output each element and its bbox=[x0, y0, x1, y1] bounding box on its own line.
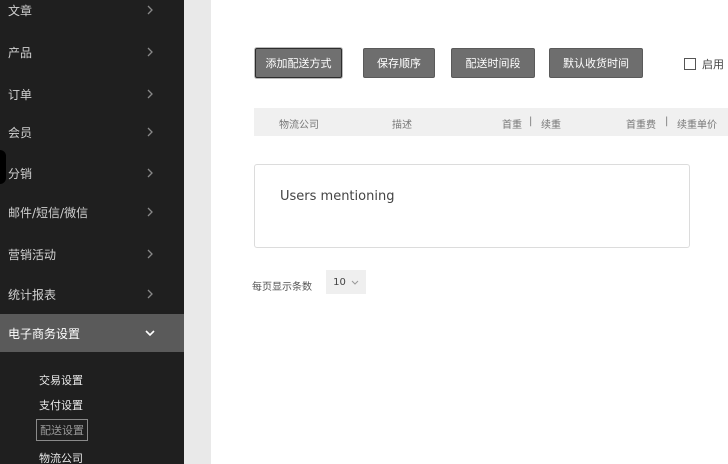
save-order-button[interactable]: 保存顺序 bbox=[363, 48, 435, 78]
content-gutter bbox=[184, 0, 211, 464]
chevron-down-icon bbox=[145, 330, 155, 337]
default-receive-time-button[interactable]: 默认收货时间 bbox=[549, 48, 643, 78]
chevron-right-icon bbox=[147, 249, 153, 259]
col-header-separator: | bbox=[665, 116, 669, 127]
enable-checkbox[interactable]: 启用 bbox=[684, 56, 724, 72]
col-header-description: 描述 bbox=[392, 120, 412, 131]
table-header: 物流公司 描述 首重 | 续重 首重费 | 续重单价 bbox=[254, 108, 728, 136]
sidebar-item-orders[interactable]: 订单 bbox=[0, 74, 184, 114]
add-delivery-method-button[interactable]: 添加配送方式 bbox=[255, 48, 342, 78]
sidebar-item-marketing[interactable]: 营销活动 bbox=[0, 234, 184, 274]
sidebar-edge-notch bbox=[0, 150, 6, 184]
chevron-right-icon bbox=[147, 89, 153, 99]
sidebar-item-ecommerce-settings[interactable]: 电子商务设置 bbox=[0, 314, 184, 352]
sidebar-item-products[interactable]: 产品 bbox=[0, 32, 184, 72]
empty-state-card: Users mentioning bbox=[254, 164, 690, 248]
sidebar-item-label: 统计报表 bbox=[8, 287, 57, 302]
chevron-right-icon bbox=[147, 5, 153, 15]
chevron-down-icon bbox=[351, 280, 359, 285]
sidebar-item-distribution[interactable]: 分销 bbox=[0, 153, 184, 193]
enable-checkbox-label: 启用 bbox=[702, 58, 724, 71]
sidebar: 文章 产品 订单 会员 分销 邮件/短信/微信 营销活动 统计报表 电子商务设置… bbox=[0, 0, 184, 464]
col-header-first-weight: 首重 bbox=[502, 120, 522, 131]
sidebar-item-label: 分销 bbox=[8, 166, 33, 181]
sidebar-item-label: 产品 bbox=[8, 45, 33, 60]
delivery-time-slot-button[interactable]: 配送时间段 bbox=[451, 48, 535, 78]
sidebar-item-label: 订单 bbox=[8, 87, 33, 102]
col-header-first-weight-fee: 首重费 bbox=[626, 120, 656, 131]
sidebar-item-reports[interactable]: 统计报表 bbox=[0, 274, 184, 314]
chevron-right-icon bbox=[147, 127, 153, 137]
chevron-right-icon bbox=[147, 207, 153, 217]
sidebar-item-label: 会员 bbox=[8, 125, 33, 140]
page-size-label: 每页显示条数 bbox=[252, 282, 312, 293]
chevron-right-icon bbox=[147, 168, 153, 178]
sidebar-item-label: 文章 bbox=[8, 3, 33, 18]
sub-item-logistics-companies[interactable]: 物流公司 bbox=[39, 450, 83, 464]
col-header-company: 物流公司 bbox=[279, 120, 319, 131]
main-panel: 添加配送方式 保存顺序 配送时间段 默认收货时间 启用 物流公司 描述 首重 |… bbox=[211, 0, 728, 464]
checkbox-box[interactable] bbox=[684, 58, 696, 70]
sidebar-item-label: 邮件/短信/微信 bbox=[8, 205, 89, 220]
sidebar-item-members[interactable]: 会员 bbox=[0, 112, 184, 152]
chevron-right-icon bbox=[147, 289, 153, 299]
page-size-select[interactable]: 10 bbox=[326, 270, 366, 294]
sub-item-payment-settings[interactable]: 支付设置 bbox=[39, 397, 83, 413]
col-header-continued-weight: 续重 bbox=[541, 120, 561, 131]
sub-item-delivery-settings[interactable]: 配送设置 bbox=[36, 419, 88, 441]
sidebar-item-label: 电子商务设置 bbox=[8, 326, 81, 341]
sidebar-item-label: 营销活动 bbox=[8, 247, 57, 262]
page-size-value: 10 bbox=[333, 276, 346, 288]
col-header-continued-unit-price: 续重单价 bbox=[677, 120, 717, 131]
col-header-separator: | bbox=[529, 116, 533, 127]
chevron-right-icon bbox=[147, 47, 153, 57]
sidebar-item-messaging[interactable]: 邮件/短信/微信 bbox=[0, 192, 184, 232]
sidebar-item-articles[interactable]: 文章 bbox=[0, 0, 184, 30]
sub-item-trade-settings[interactable]: 交易设置 bbox=[39, 372, 83, 388]
empty-state-text: Users mentioning bbox=[280, 189, 395, 204]
